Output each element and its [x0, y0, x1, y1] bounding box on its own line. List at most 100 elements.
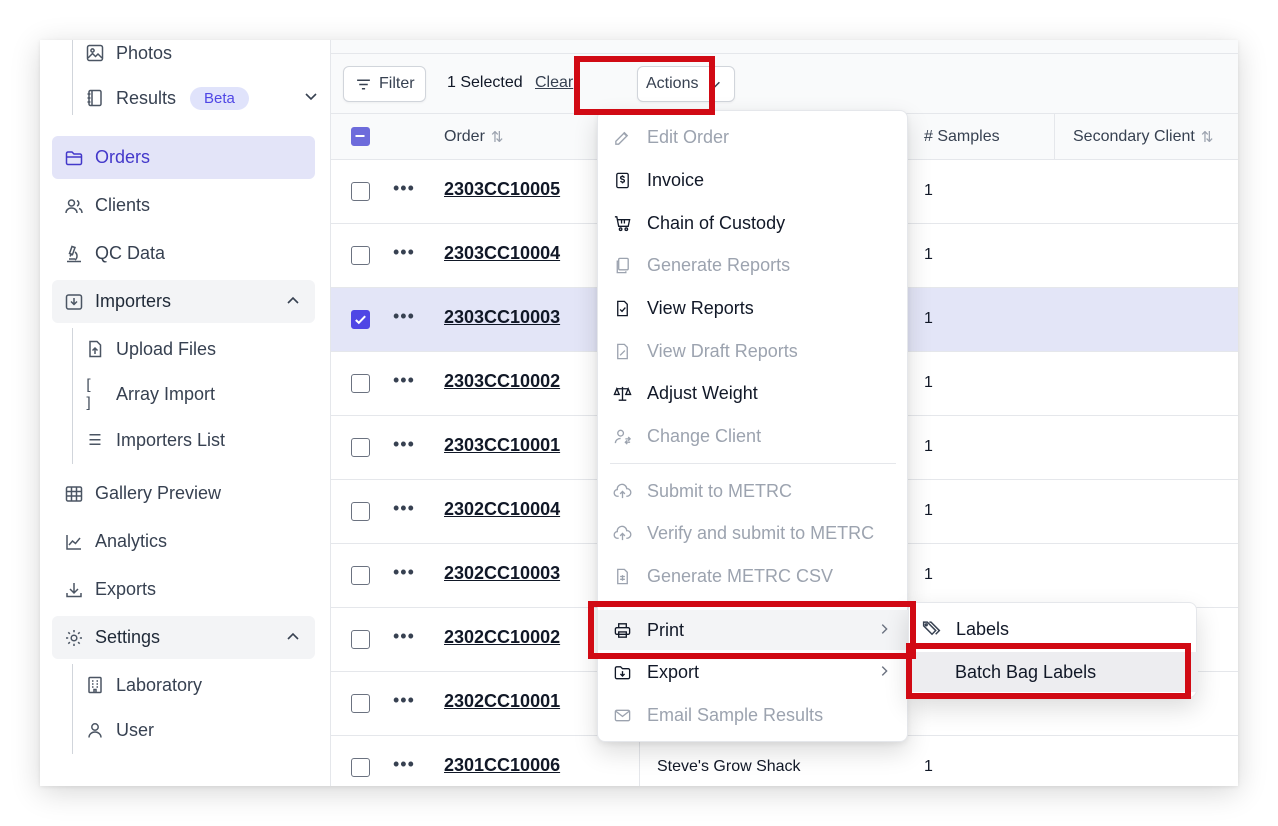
row-checkbox[interactable] — [351, 694, 370, 713]
column-header-order[interactable]: Order ⇅ — [444, 128, 503, 146]
row-checkbox[interactable] — [351, 630, 370, 649]
sidebar-item-photos[interactable]: Photos — [84, 40, 172, 73]
pencil-icon — [612, 127, 632, 147]
order-link[interactable]: 2303CC10003 — [444, 307, 560, 328]
menu-item-view-draft-reports[interactable]: View Draft Reports — [598, 331, 909, 371]
row-more-icon[interactable]: ••• — [393, 626, 415, 647]
chevron-up-icon[interactable] — [285, 629, 301, 650]
menu-item-invoice[interactable]: Invoice — [598, 160, 909, 200]
header-label: Secondary Client — [1073, 128, 1195, 145]
actions-menu: Edit Order Invoice Chain of Custody Gene… — [597, 110, 909, 742]
row-more-icon[interactable]: ••• — [393, 306, 415, 327]
sidebar-item-clients[interactable]: Clients — [52, 184, 315, 227]
menu-item-export[interactable]: Export — [598, 652, 909, 692]
menu-item-print[interactable]: Print — [598, 610, 909, 650]
row-checkbox[interactable] — [351, 502, 370, 521]
invoice-icon — [612, 170, 632, 190]
tree-line — [72, 328, 73, 464]
row-checkbox[interactable] — [351, 758, 370, 777]
column-header-samples[interactable]: # Samples — [924, 128, 1000, 146]
submenu-item-batch-bag-labels[interactable]: Batch Bag Labels — [909, 652, 1198, 692]
clear-selection-link[interactable]: Clear — [535, 74, 575, 92]
row-more-icon[interactable]: ••• — [393, 178, 415, 199]
sidebar-item-label: User — [116, 719, 155, 740]
order-link[interactable]: 2303CC10002 — [444, 371, 560, 392]
order-link[interactable]: 2302CC10002 — [444, 627, 560, 648]
row-more-icon[interactable]: ••• — [393, 562, 415, 583]
sidebar-item-analytics[interactable]: Analytics — [52, 520, 315, 563]
menu-item-generate-reports[interactable]: Generate Reports — [598, 245, 909, 285]
row-checkbox[interactable] — [351, 374, 370, 393]
sidebar-item-label: Analytics — [95, 531, 168, 551]
sidebar-item-orders[interactable]: Orders — [52, 136, 315, 179]
sidebar-item-settings[interactable]: Settings — [52, 616, 315, 659]
menu-item-adjust-weight[interactable]: Adjust Weight — [598, 373, 909, 413]
row-checkbox[interactable] — [351, 310, 370, 329]
sample-count: 1 — [924, 438, 933, 455]
sidebar-item-gallery-preview[interactable]: Gallery Preview — [52, 472, 315, 515]
sidebar-item-importers[interactable]: Importers — [52, 280, 315, 323]
sidebar-item-qc-data[interactable]: QC Data — [52, 232, 315, 275]
menu-item-email-sample-results[interactable]: Email Sample Results — [598, 695, 909, 735]
chevron-up-icon[interactable] — [285, 293, 301, 314]
inbox-download-icon — [63, 291, 85, 313]
sidebar-item-label: Photos — [116, 42, 173, 63]
row-more-icon[interactable]: ••• — [393, 498, 415, 519]
sidebar-item-laboratory[interactable]: Laboratory — [84, 665, 202, 705]
menu-item-chain-of-custody[interactable]: Chain of Custody — [598, 203, 909, 243]
select-all-checkbox[interactable] — [351, 127, 370, 146]
column-divider — [1054, 114, 1055, 160]
order-link[interactable]: 2301CC10006 — [444, 755, 560, 776]
row-checkbox[interactable] — [351, 438, 370, 457]
row-more-icon[interactable]: ••• — [393, 754, 415, 775]
order-link[interactable]: 2302CC10001 — [444, 691, 560, 712]
row-more-icon[interactable]: ••• — [393, 370, 415, 391]
sample-count: 1 — [924, 566, 933, 583]
row-more-icon[interactable]: ••• — [393, 242, 415, 263]
order-link[interactable]: 2303CC10004 — [444, 243, 560, 264]
actions-button[interactable]: Actions — [637, 66, 735, 102]
sidebar-item-upload-files[interactable]: Upload Files — [84, 329, 216, 369]
menu-item-submit-metrc[interactable]: Submit to METRC — [598, 471, 909, 511]
submenu-item-labels[interactable]: Labels — [909, 609, 1198, 649]
menu-item-label: Print — [647, 619, 685, 640]
order-link[interactable]: 2303CC10001 — [444, 435, 560, 456]
printer-icon — [612, 620, 632, 640]
order-link[interactable]: 2302CC10004 — [444, 499, 560, 520]
sidebar-item-label: Exports — [95, 579, 157, 599]
order-link[interactable]: 2302CC10003 — [444, 563, 560, 584]
chevron-down-icon[interactable] — [303, 88, 319, 109]
menu-item-generate-metrc-csv[interactable]: Generate METRC CSV — [598, 556, 909, 596]
cloud-upload-icon — [612, 481, 632, 501]
download-icon — [63, 579, 85, 601]
order-link[interactable]: 2303CC10005 — [444, 179, 560, 200]
row-more-icon[interactable]: ••• — [393, 434, 415, 455]
table-row[interactable]: ••• 2301CC10006 Steve's Grow Shack 1 — [331, 736, 1238, 786]
column-header-secondary-client[interactable]: Secondary Client ⇅ — [1073, 128, 1213, 146]
sample-count: 1 — [924, 310, 933, 327]
menu-item-verify-submit-metrc[interactable]: Verify and submit to METRC — [598, 513, 909, 553]
sidebar-item-importers-list[interactable]: ☰ Importers List — [84, 420, 225, 460]
sidebar-item-user[interactable]: User — [84, 710, 154, 750]
folder-icon — [63, 147, 85, 169]
row-checkbox[interactable] — [351, 566, 370, 585]
menu-item-change-client[interactable]: Change Client — [598, 416, 909, 456]
row-checkbox[interactable] — [351, 182, 370, 201]
sidebar-item-exports[interactable]: Exports — [52, 568, 315, 611]
cart-icon — [612, 213, 632, 233]
chevron-right-icon — [877, 662, 891, 683]
sidebar-item-results[interactable]: Results Beta — [84, 78, 319, 118]
sidebar-item-label: QC Data — [95, 243, 166, 263]
menu-item-label: Verify and submit to METRC — [647, 522, 875, 543]
print-submenu: Labels Batch Bag Labels — [908, 602, 1198, 698]
sidebar-item-array-import[interactable]: [ ] Array Import — [84, 374, 215, 414]
filter-button[interactable]: Filter — [343, 66, 426, 102]
row-checkbox[interactable] — [351, 246, 370, 265]
menu-item-edit-order[interactable]: Edit Order — [598, 117, 909, 157]
table-grid-icon — [63, 483, 85, 505]
row-more-icon[interactable]: ••• — [393, 690, 415, 711]
menu-item-view-reports[interactable]: View Reports — [598, 288, 909, 328]
list-icon: ☰ — [88, 431, 102, 449]
menu-item-label: View Draft Reports — [647, 340, 798, 361]
folder-download-icon — [612, 662, 632, 682]
